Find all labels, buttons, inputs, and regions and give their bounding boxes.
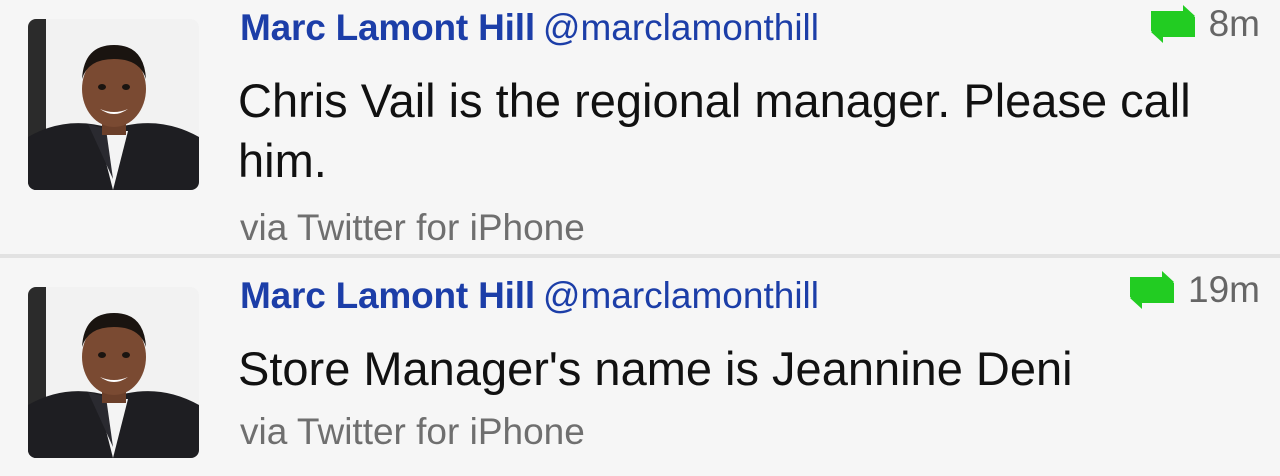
author-name[interactable]: Marc Lamont Hill	[240, 7, 535, 48]
tweet-meta: 8m	[1147, 2, 1260, 46]
author-handle[interactable]: @marclamonthill	[543, 275, 819, 316]
retweet-icon	[1150, 5, 1195, 43]
tweet-timestamp: 19m	[1188, 269, 1260, 310]
tweet-meta: 19m	[1126, 268, 1260, 312]
avatar-image	[28, 19, 199, 190]
tweet-item[interactable]: Marc Lamont Hill @marclamonthill 8m Chris…	[0, 0, 1280, 254]
author-handle[interactable]: @marclamonthill	[543, 7, 819, 48]
tweet-header: Marc Lamont Hill @marclamonthill	[240, 274, 819, 318]
tweet-timestamp: 8m	[1208, 3, 1260, 44]
tweet-source[interactable]: via Twitter for iPhone	[240, 410, 585, 454]
retweet-icon	[1130, 271, 1175, 309]
tweet-text: Chris Vail is the regional manager. Plea…	[238, 74, 1191, 187]
author-name[interactable]: Marc Lamont Hill	[240, 275, 535, 316]
tweet-text: Store Manager's name is Jeannine Deni	[238, 342, 1073, 395]
tweet-header: Marc Lamont Hill @marclamonthill	[240, 6, 819, 50]
avatar[interactable]	[28, 19, 199, 190]
tweet-timeline: Marc Lamont Hill @marclamonthill 8m Chris…	[0, 0, 1280, 476]
avatar[interactable]	[28, 287, 199, 458]
tweet-source[interactable]: via Twitter for iPhone	[240, 206, 585, 250]
tweet-item[interactable]: Marc Lamont Hill @marclamonthill 19m Stor…	[0, 258, 1280, 476]
avatar-image	[28, 287, 199, 458]
